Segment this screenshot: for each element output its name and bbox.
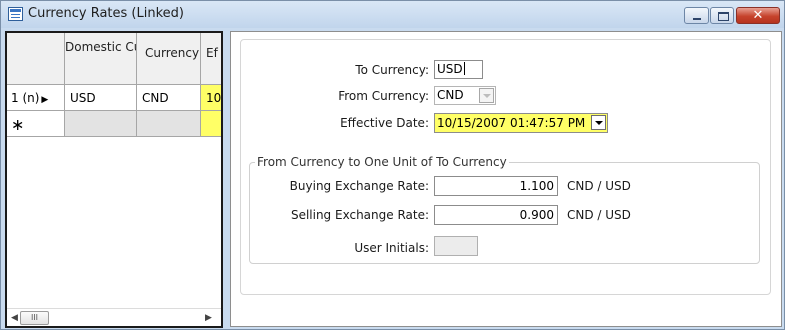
horizontal-scrollbar[interactable]: ◀ III ▶ — [7, 308, 221, 326]
group-title: From Currency to One Unit of To Currency — [255, 155, 509, 169]
selling-rate-label: Selling Exchange Rate: — [290, 208, 429, 222]
new-row-cell[interactable] — [65, 111, 137, 137]
records-grid[interactable]: Domestic Currency Currency Ef 1 (n)▶ USD… — [5, 31, 223, 328]
current-row-pointer-icon: ▶ — [41, 95, 49, 105]
scroll-right-icon[interactable]: ▶ — [205, 313, 212, 323]
scroll-left-icon[interactable]: ◀ — [11, 313, 18, 323]
to-currency-label: To Currency: — [355, 63, 429, 77]
from-currency-label: From Currency: — [338, 89, 429, 103]
column-header-domestic-currency[interactable]: Domestic Currency — [65, 33, 137, 85]
date-dropdown-icon[interactable] — [591, 115, 606, 130]
to-currency-field[interactable]: USD — [434, 60, 483, 79]
grid-corner-header — [7, 33, 65, 85]
title-bar[interactable]: Currency Rates (Linked) ✕ — [1, 1, 784, 28]
scroll-thumb[interactable]: III — [20, 311, 49, 325]
column-header-effective[interactable]: Ef — [201, 33, 221, 85]
selling-rate-field[interactable]: 0.900 — [434, 205, 558, 225]
table-cell[interactable]: CND — [137, 85, 201, 111]
table-cell[interactable]: 10/ — [201, 85, 221, 111]
buying-rate-unit: CND / USD — [567, 179, 631, 193]
effective-date-label: Effective Date: — [340, 116, 429, 130]
new-row-header[interactable]: ∗ — [7, 111, 65, 137]
new-row-cell[interactable] — [137, 111, 201, 137]
new-row-asterisk-icon: ∗ — [11, 115, 25, 134]
column-header-currency[interactable]: Currency — [137, 33, 201, 85]
close-button[interactable]: ✕ — [736, 7, 780, 24]
buying-rate-label: Buying Exchange Rate: — [289, 179, 429, 193]
window-title: Currency Rates (Linked) — [28, 6, 184, 21]
table-cell[interactable]: USD — [65, 85, 137, 111]
effective-date-picker[interactable]: 10/15/2007 01:47:57 PM — [434, 113, 608, 133]
maximize-button[interactable] — [710, 7, 734, 24]
row-header-label: 1 (n) — [11, 91, 40, 105]
chevron-down-icon[interactable] — [479, 88, 494, 103]
from-currency-select[interactable]: CND — [434, 86, 496, 105]
user-initials-label: User Initials: — [354, 241, 429, 255]
close-icon: ✕ — [752, 8, 764, 23]
minimize-button[interactable] — [684, 7, 709, 24]
form-window-icon — [8, 7, 23, 21]
new-row-cell[interactable] — [201, 111, 221, 137]
detail-form: To Currency: USD From Currency: CND Effe… — [230, 31, 782, 327]
currency-rates-window: Currency Rates (Linked) ✕ Domestic Curre… — [0, 0, 785, 330]
buying-rate-field[interactable]: 1.100 — [434, 176, 558, 196]
text-cursor — [463, 62, 465, 75]
user-initials-field[interactable] — [434, 236, 478, 256]
row-header[interactable]: 1 (n) ▶ — [7, 85, 65, 111]
selling-rate-unit: CND / USD — [567, 208, 631, 222]
